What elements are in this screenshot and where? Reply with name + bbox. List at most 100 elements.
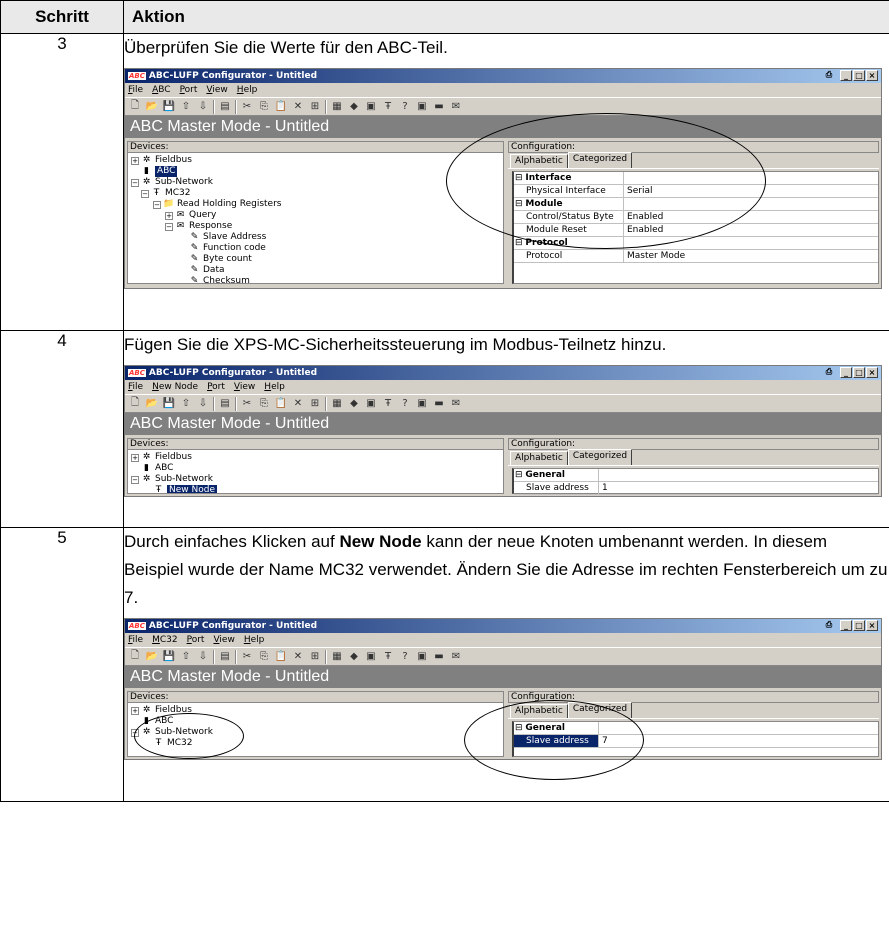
tree-item-fieldbus[interactable]: + ✲ Fieldbus xyxy=(131,452,500,463)
menu-port[interactable]: Port xyxy=(180,85,198,95)
tree-item-abc[interactable]: ▮ ABC xyxy=(131,166,500,177)
tree-item-sub-network[interactable]: − ✲ Sub-Network xyxy=(131,177,500,188)
cut-icon[interactable]: ✂ xyxy=(240,100,254,114)
open-folder-icon[interactable]: 📂 xyxy=(145,100,159,114)
display-icon[interactable]: ▣ xyxy=(415,650,429,664)
menu-view[interactable]: View xyxy=(234,382,255,392)
open-folder-icon[interactable]: 📂 xyxy=(145,650,159,664)
paste-icon[interactable]: 📋 xyxy=(274,397,288,411)
grid-category[interactable]: Protocol xyxy=(514,237,878,250)
menu-file[interactable]: File xyxy=(128,382,143,392)
minimize-button[interactable]: _ xyxy=(840,367,852,378)
minimize-button[interactable]: _ xyxy=(840,620,852,631)
paste-icon[interactable]: 📋 xyxy=(274,100,288,114)
menu-new-node[interactable]: New Node xyxy=(152,382,198,392)
folder-icon[interactable]: ▬ xyxy=(432,650,446,664)
copy-icon[interactable]: ⎘ xyxy=(257,650,271,664)
mail-icon[interactable]: ✉ xyxy=(449,397,463,411)
close-button[interactable]: × xyxy=(866,70,878,81)
folder-up-icon[interactable]: ▤ xyxy=(218,100,232,114)
download-icon[interactable]: ⇩ xyxy=(196,650,210,664)
properties-icon[interactable]: ▦ xyxy=(330,100,344,114)
grid-category[interactable]: General xyxy=(514,722,878,735)
grid-row[interactable]: Protocol Master Mode xyxy=(514,250,878,263)
help-icon[interactable]: ? xyxy=(398,650,412,664)
grid-row[interactable]: Slave address 1 xyxy=(514,482,878,495)
tree-item-abc[interactable]: ▮ ABC xyxy=(131,716,500,727)
tree-item-sub-network[interactable]: − ✲ Sub-Network xyxy=(131,474,500,485)
tree-item-function-code[interactable]: ✎ Function code xyxy=(131,243,500,254)
display-icon[interactable]: ▣ xyxy=(415,397,429,411)
close-button[interactable]: × xyxy=(866,367,878,378)
grid-row[interactable]: Physical Interface Serial xyxy=(514,185,878,198)
close-button[interactable]: × xyxy=(866,620,878,631)
cut-icon[interactable]: ✂ xyxy=(240,650,254,664)
copy-icon[interactable]: ⎘ xyxy=(257,100,271,114)
menu-view[interactable]: View xyxy=(213,635,234,645)
save-icon[interactable]: 💾 xyxy=(162,397,176,411)
copy-icon[interactable]: ⎘ xyxy=(257,397,271,411)
delete-icon[interactable]: ✕ xyxy=(291,397,305,411)
menu-file[interactable]: File xyxy=(128,635,143,645)
cut-icon[interactable]: ✂ xyxy=(240,397,254,411)
tab-alphabetic[interactable]: Alphabetic xyxy=(510,704,568,718)
connect-icon[interactable]: ◆ xyxy=(347,397,361,411)
menu-help[interactable]: Help xyxy=(264,382,285,392)
tree-item-mc32[interactable]: Ŧ MC32 xyxy=(131,738,500,749)
upload-icon[interactable]: ⇧ xyxy=(179,397,193,411)
menu-help[interactable]: Help xyxy=(244,635,265,645)
insert-icon[interactable]: ⊞ xyxy=(308,100,322,114)
paste-icon[interactable]: 📋 xyxy=(274,650,288,664)
tree-item-query[interactable]: + ✉ Query xyxy=(131,210,500,221)
folder-up-icon[interactable]: ▤ xyxy=(218,397,232,411)
print-icon[interactable]: ⎙ xyxy=(823,70,835,81)
delete-icon[interactable]: ✕ xyxy=(291,650,305,664)
display-icon[interactable]: ▣ xyxy=(415,100,429,114)
tree-item-mc32[interactable]: − Ŧ MC32 xyxy=(131,188,500,199)
download-icon[interactable]: ⇩ xyxy=(196,100,210,114)
tab-categorized[interactable]: Categorized xyxy=(567,702,633,718)
monitor-icon[interactable]: ▣ xyxy=(364,100,378,114)
help-icon[interactable]: ? xyxy=(398,397,412,411)
folder-icon[interactable]: ▬ xyxy=(432,397,446,411)
grid-row[interactable]: Slave address 7 xyxy=(514,735,878,748)
grid-category[interactable]: Module xyxy=(514,198,878,211)
grid-row[interactable]: Module Reset Enabled xyxy=(514,224,878,237)
save-icon[interactable]: 💾 xyxy=(162,100,176,114)
open-folder-icon[interactable]: 📂 xyxy=(145,397,159,411)
properties-icon[interactable]: ▦ xyxy=(330,650,344,664)
maximize-button[interactable]: □ xyxy=(853,70,865,81)
delete-icon[interactable]: ✕ xyxy=(291,100,305,114)
grid-category[interactable]: Interface xyxy=(514,172,878,185)
maximize-button[interactable]: □ xyxy=(853,367,865,378)
insert-icon[interactable]: ⊞ xyxy=(308,650,322,664)
tree-item-byte-count[interactable]: ✎ Byte count xyxy=(131,254,500,265)
download-icon[interactable]: ⇩ xyxy=(196,397,210,411)
briefcase-icon[interactable]: ▬ xyxy=(432,100,446,114)
menu-port[interactable]: Port xyxy=(207,382,225,392)
print-icon[interactable]: ⎙ xyxy=(823,620,835,631)
folder-up-icon[interactable]: ▤ xyxy=(218,650,232,664)
tree-item-slave-address[interactable]: ✎ Slave Address xyxy=(131,232,500,243)
menu-abc[interactable]: ABC xyxy=(152,85,170,95)
grid-row[interactable]: Control/Status Byte Enabled xyxy=(514,211,878,224)
tree-item-checksum[interactable]: ✎ Checksum xyxy=(131,276,500,283)
tree-item-abc[interactable]: ▮ ABC xyxy=(131,463,500,474)
connect-icon[interactable]: ◆ xyxy=(347,650,361,664)
node-icon[interactable]: Ŧ xyxy=(381,100,395,114)
node-icon[interactable]: Ŧ xyxy=(381,650,395,664)
new-file-icon[interactable]: 🗋 xyxy=(128,650,142,664)
menu-help[interactable]: Help xyxy=(237,85,258,95)
save-icon[interactable]: 💾 xyxy=(162,650,176,664)
tree-item-read-holding-registers[interactable]: − 📁 Read Holding Registers xyxy=(131,199,500,210)
tree-item-new-node[interactable]: Ŧ New Node xyxy=(131,485,500,493)
properties-icon[interactable]: ▦ xyxy=(330,397,344,411)
tree-item-response[interactable]: − ✉ Response xyxy=(131,221,500,232)
print-icon[interactable]: ⎙ xyxy=(823,367,835,378)
tab-alphabetic[interactable]: Alphabetic xyxy=(510,451,568,465)
menu-view[interactable]: View xyxy=(206,85,227,95)
new-file-icon[interactable]: 🗋 xyxy=(128,100,142,114)
tab-alphabetic[interactable]: Alphabetic xyxy=(510,154,568,168)
tree-item-data[interactable]: ✎ Data xyxy=(131,265,500,276)
tree-item-fieldbus[interactable]: + ✲ Fieldbus xyxy=(131,155,500,166)
